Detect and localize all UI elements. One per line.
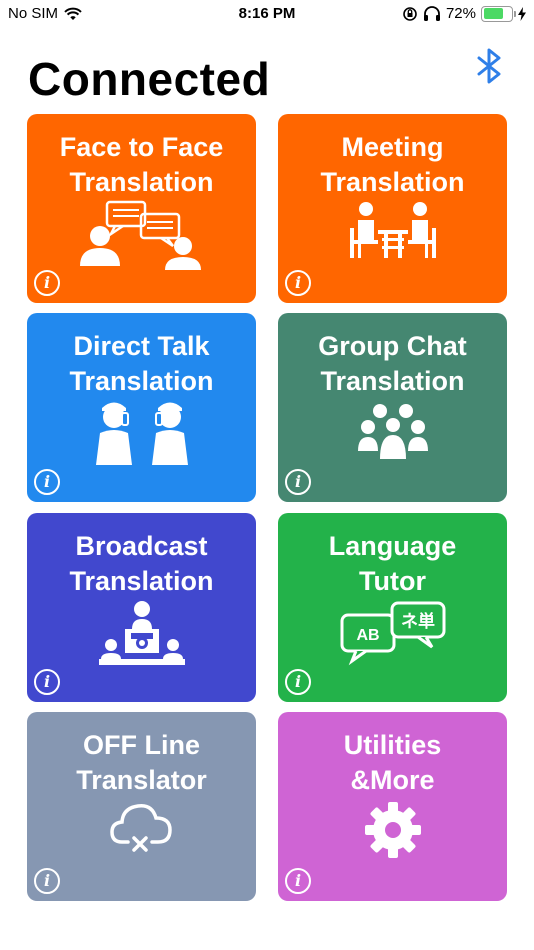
tile-utilities[interactable]: Utilities &More i (278, 712, 507, 901)
battery-percent: 72% (445, 5, 476, 22)
status-right: 72% (402, 5, 526, 22)
tile-label-line1: Group Chat (318, 331, 467, 361)
charging-bolt-icon (518, 6, 526, 21)
bluetooth-icon[interactable] (474, 48, 506, 84)
info-button[interactable]: i (285, 469, 311, 495)
tile-label: Utilities &More (278, 728, 507, 798)
orientation-lock-icon (403, 6, 417, 21)
group-chat-icon (278, 399, 507, 469)
tile-label-line1: Face to Face (59, 132, 224, 162)
page-title: Connected (28, 53, 271, 105)
tile-label-line2: Translation (320, 366, 465, 396)
language-tutor-icon: AB ネ単 (278, 599, 507, 669)
tile-label-line2: Translator (76, 765, 207, 795)
tile-meeting[interactable]: Meeting Translation i (278, 114, 507, 303)
tile-direct-talk[interactable]: Direct Talk Translation i (27, 313, 256, 502)
info-button[interactable]: i (34, 469, 60, 495)
tile-label-line1: Language (328, 531, 457, 561)
tile-label: Group Chat Translation (278, 329, 507, 399)
info-button[interactable]: i (285, 868, 311, 894)
battery-fill (483, 8, 503, 19)
info-button[interactable]: i (34, 270, 60, 296)
tile-face-to-face[interactable]: Face to Face Translation i (27, 114, 256, 303)
tile-label: Direct Talk Translation (27, 329, 256, 399)
tile-label-line1: Broadcast (75, 531, 208, 561)
battery-icon (481, 5, 516, 22)
tutor-bubble-left-text: AB (356, 627, 379, 644)
info-button[interactable]: i (285, 270, 311, 296)
tile-label-line2: Translation (69, 366, 214, 396)
tile-broadcast[interactable]: Broadcast Translation i (27, 513, 256, 702)
info-button[interactable]: i (34, 669, 60, 695)
tile-label: Meeting Translation (278, 130, 507, 200)
tile-language-tutor[interactable]: Language Tutor AB ネ単 i (278, 513, 507, 702)
meeting-icon (278, 200, 507, 270)
tile-label-line2: Translation (320, 167, 465, 197)
info-button[interactable]: i (34, 868, 60, 894)
cloud-offline-icon (27, 798, 256, 868)
tile-label: Broadcast Translation (27, 529, 256, 599)
broadcast-icon (27, 599, 256, 669)
headphones-icon (423, 5, 440, 21)
status-bar: No SIM 8:16 PM 72% (0, 0, 534, 30)
tile-group-chat[interactable]: Group Chat Translation i (278, 313, 507, 502)
tile-label-line2: Translation (69, 566, 214, 596)
tile-label-line1: Meeting (341, 132, 444, 162)
tile-label-line1: Utilities (343, 730, 442, 760)
gear-icon (278, 798, 507, 868)
tile-label-line2: Translation (69, 167, 214, 197)
tile-label-line2: Tutor (359, 566, 426, 596)
info-button[interactable]: i (285, 669, 311, 695)
tile-label: Language Tutor (278, 529, 507, 599)
tile-label: Face to Face Translation (27, 130, 256, 200)
tutor-bubble-right-text: ネ単 (401, 611, 435, 632)
direct-talk-icon (27, 399, 256, 469)
face-to-face-icon (27, 200, 256, 270)
tile-label-line1: OFF Line (83, 730, 200, 760)
tile-offline[interactable]: OFF Line Translator i (27, 712, 256, 901)
tile-label-line1: Direct Talk (73, 331, 210, 361)
tile-label-line2: &More (350, 765, 435, 795)
tile-label: OFF Line Translator (27, 728, 256, 798)
